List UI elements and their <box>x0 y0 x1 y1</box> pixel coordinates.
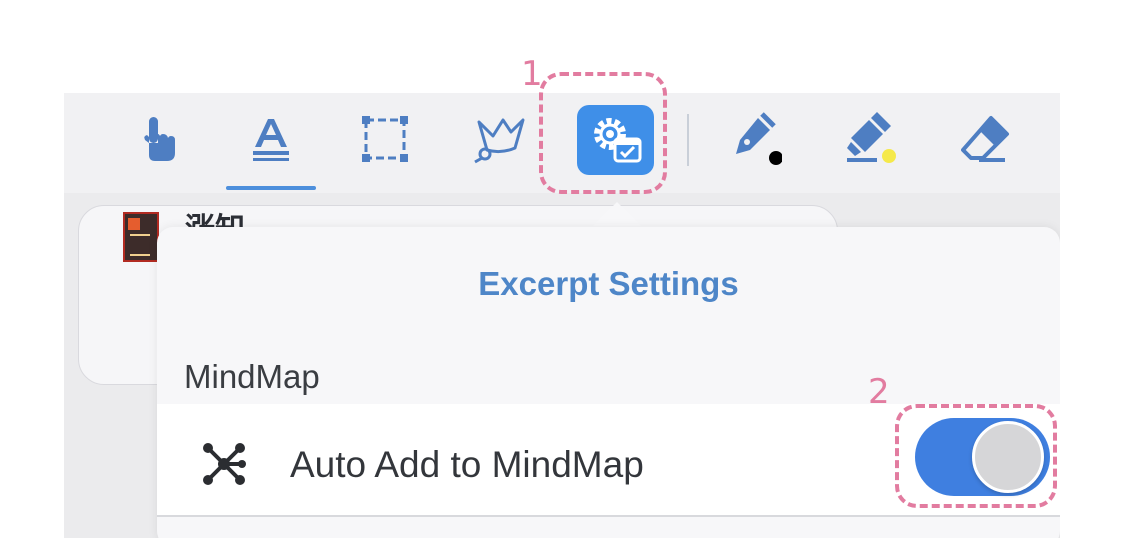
callout-box-2 <box>895 404 1057 508</box>
text-underline-icon <box>253 119 289 161</box>
highlighter-icon <box>847 112 896 163</box>
eraser-icon <box>961 116 1009 162</box>
callout-box-1 <box>539 72 667 194</box>
active-tool-indicator <box>226 186 316 190</box>
text-select-tool-button[interactable] <box>241 109 301 169</box>
document-title: 涨知 <box>185 204 255 228</box>
highlighter-color-dot <box>882 149 896 163</box>
toolbar-divider <box>687 114 689 166</box>
mindmap-node-icon <box>203 443 246 485</box>
auto-add-mindmap-label: Auto Add to MindMap <box>290 444 644 485</box>
hand-tool-button[interactable] <box>129 109 189 169</box>
document-thumbnail <box>123 212 159 262</box>
lasso-tool-button[interactable] <box>468 109 528 169</box>
pointing-hand-icon <box>144 117 175 161</box>
pen-color-dot <box>769 151 782 165</box>
callout-number-1: 1 <box>521 54 543 94</box>
pen-tool-button[interactable] <box>725 109 785 169</box>
section-header-mindmap: MindMap <box>184 358 320 395</box>
rectangle-select-tool-button[interactable] <box>355 109 415 169</box>
callout-number-2: 2 <box>868 372 890 412</box>
popover-arrow <box>591 202 643 228</box>
eraser-tool-button[interactable] <box>956 109 1016 169</box>
popover-title: Excerpt Settings <box>478 265 739 302</box>
highlighter-tool-button[interactable] <box>845 109 905 169</box>
dashed-rectangle-icon <box>362 116 408 162</box>
lasso-icon <box>474 118 525 164</box>
fountain-pen-icon <box>736 112 782 165</box>
